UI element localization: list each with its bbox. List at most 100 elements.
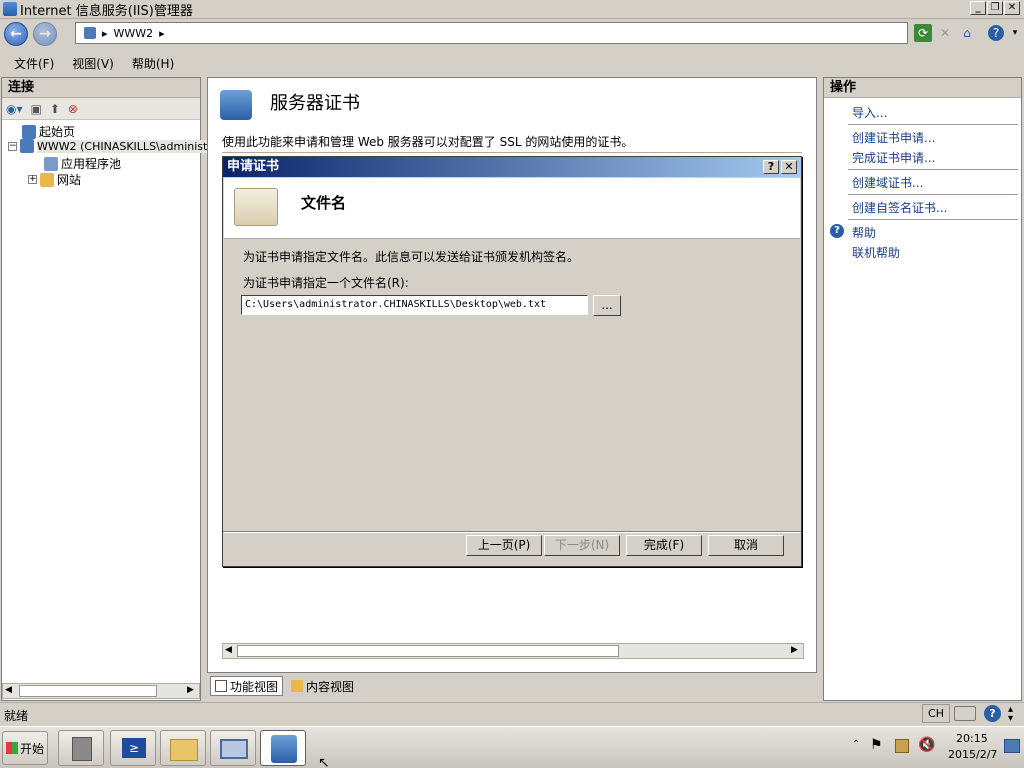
remote-desktop-icon xyxy=(220,739,248,759)
action-import[interactable]: 导入... xyxy=(852,104,887,121)
taskbar: 开始 ≥ ↖ ⌃ ⚑ 🔇 20:15 2015/2/7 xyxy=(0,726,1024,768)
help-icon[interactable]: ? xyxy=(984,705,1001,722)
dialog-help-button[interactable]: ? xyxy=(763,160,779,174)
browse-button[interactable]: ... xyxy=(593,295,621,316)
request-certificate-dialog: 申请证书 ? ✕ 文件名 为证书申请指定文件名。此信息可以发送给证书颁发机构签名… xyxy=(222,156,802,567)
server-manager-icon xyxy=(72,737,92,761)
action-create-cert-request[interactable]: 创建证书申请... xyxy=(852,129,935,146)
home-icon[interactable]: ⌂ xyxy=(958,24,976,42)
action-create-domain-cert[interactable]: 创建域证书... xyxy=(852,174,923,191)
menu-view[interactable]: 视图(V) xyxy=(72,55,114,72)
divider xyxy=(848,124,1018,125)
breadcrumb-arrow-icon: ▸ xyxy=(159,26,165,40)
action-online-help[interactable]: 联机帮助 xyxy=(852,244,900,261)
language-indicator[interactable]: CH xyxy=(922,704,950,723)
minimize-button[interactable]: _ xyxy=(970,1,986,15)
server-manager-task[interactable] xyxy=(58,730,104,766)
close-button[interactable]: ✕ xyxy=(1004,1,1020,15)
next-button[interactable]: 下一步(N) xyxy=(544,535,620,556)
disconnect-icon[interactable]: ⊗ xyxy=(68,102,78,116)
up-icon[interactable]: ⬆ xyxy=(50,102,60,116)
actions-heading: 操作 xyxy=(824,78,1021,98)
show-desktop-icon[interactable] xyxy=(1004,739,1020,753)
chevron-down-icon[interactable]: ▾ xyxy=(1006,24,1024,42)
scroll-left-icon[interactable]: ◀ xyxy=(225,645,232,655)
tree-item-start-page[interactable]: 起始页 xyxy=(22,123,75,140)
action-center-flag-icon[interactable]: ⚑ xyxy=(870,737,883,753)
tab-label: 功能视图 xyxy=(230,679,279,694)
clock-date[interactable]: 2015/2/7 xyxy=(948,748,997,761)
volume-muted-icon[interactable]: 🔇 xyxy=(918,737,935,753)
finish-button[interactable]: 完成(F) xyxy=(626,535,702,556)
tab-content-view[interactable]: 内容视图 xyxy=(287,676,358,696)
status-bar: 就绪 CH ? ▴ ▾ xyxy=(0,702,1024,724)
scroll-thumb[interactable] xyxy=(19,685,157,697)
filename-value: C:\Users\administrator.CHINASKILLS\Deskt… xyxy=(245,299,547,310)
back-button[interactable]: ← xyxy=(4,22,28,46)
iis-manager-icon xyxy=(271,735,297,763)
tree-item-app-pools[interactable]: 应用程序池 xyxy=(44,155,121,172)
sites-folder-icon xyxy=(40,172,54,187)
scroll-thumb[interactable] xyxy=(237,645,619,657)
server-icon xyxy=(20,139,34,153)
filename-input[interactable]: C:\Users\administrator.CHINASKILLS\Deskt… xyxy=(241,295,588,315)
expand-icon[interactable]: + xyxy=(28,175,37,184)
cancel-button[interactable]: 取消 xyxy=(708,535,784,556)
tree-item-server[interactable]: − WWW2 (CHINASKILLS\administ xyxy=(8,139,208,153)
restore-button[interactable]: ❐ xyxy=(987,1,1003,15)
tree-item-sites[interactable]: + 网站 xyxy=(28,171,81,188)
dialog-title: 申请证书 xyxy=(227,159,280,174)
start-button[interactable]: 开始 xyxy=(2,731,48,765)
divider xyxy=(848,194,1018,195)
filename-label: 为证书申请指定一个文件名(R): xyxy=(243,276,409,290)
mouse-cursor-icon: ↖ xyxy=(318,755,330,768)
network-icon[interactable] xyxy=(895,739,909,753)
forward-button[interactable]: → xyxy=(33,22,57,46)
stop-icon[interactable]: ✕ xyxy=(936,24,954,42)
tab-label: 内容视图 xyxy=(306,679,355,694)
windows-logo-icon xyxy=(6,742,18,754)
connections-hscrollbar[interactable]: ◀ ▶ xyxy=(2,683,200,699)
save-icon[interactable]: ▣ xyxy=(31,102,42,116)
scroll-right-icon[interactable]: ▶ xyxy=(791,645,798,655)
keyboard-icon[interactable] xyxy=(954,706,976,721)
action-help[interactable]: 帮助 xyxy=(852,224,876,241)
powershell-task[interactable]: ≥ xyxy=(110,730,156,766)
action-complete-cert-request[interactable]: 完成证书申请... xyxy=(852,149,935,166)
menu-file[interactable]: 文件(F) xyxy=(14,55,54,72)
status-text: 就绪 xyxy=(4,709,29,723)
actions-pane: 操作 导入... 创建证书申请... 完成证书申请... 创建域证书... 创建… xyxy=(823,77,1022,701)
prev-button[interactable]: 上一页(P) xyxy=(466,535,542,556)
help-icon[interactable]: ? xyxy=(988,25,1004,41)
dialog-close-button[interactable]: ✕ xyxy=(781,160,797,174)
refresh-icon[interactable]: ⟳ xyxy=(914,24,932,42)
collapse-icon[interactable]: − xyxy=(8,141,17,151)
tab-features-view[interactable]: 功能视图 xyxy=(210,676,284,696)
divider xyxy=(848,219,1018,220)
clock-time[interactable]: 20:15 xyxy=(956,732,988,745)
menu-help[interactable]: 帮助(H) xyxy=(132,55,174,72)
address-bar[interactable]: ▸ WWW2 ▸ xyxy=(75,22,908,44)
action-create-self-signed-cert[interactable]: 创建自签名证书... xyxy=(852,199,947,216)
connections-heading: 连接 xyxy=(2,78,200,98)
tree-label: 起始页 xyxy=(39,125,76,139)
scroll-left-icon[interactable]: ◀ xyxy=(5,685,12,695)
app-pool-icon xyxy=(44,156,58,171)
explorer-task[interactable] xyxy=(160,730,206,766)
divider xyxy=(848,169,1018,170)
iis-manager-task[interactable] xyxy=(260,730,306,766)
list-hscrollbar[interactable]: ◀ ▶ xyxy=(222,643,804,659)
navigation-bar: ← → ▸ WWW2 ▸ ⟳ ✕ ⌂ ? ▾ xyxy=(0,19,1024,49)
dialog-footer-separator xyxy=(223,531,801,533)
options-icon[interactable]: ▴ ▾ xyxy=(1008,705,1013,724)
remote-desktop-task[interactable] xyxy=(210,730,256,766)
breadcrumb-segment[interactable]: WWW2 xyxy=(114,27,154,40)
connect-icon[interactable]: ◉▾ xyxy=(6,102,23,116)
show-hidden-icons[interactable]: ⌃ xyxy=(852,739,860,750)
dialog-heading: 文件名 xyxy=(301,194,347,212)
content-view-icon xyxy=(291,680,304,692)
scroll-right-icon[interactable]: ▶ xyxy=(187,685,194,695)
powershell-icon: ≥ xyxy=(122,738,146,758)
tree-label: 网站 xyxy=(57,173,82,187)
features-view-icon xyxy=(215,680,227,692)
